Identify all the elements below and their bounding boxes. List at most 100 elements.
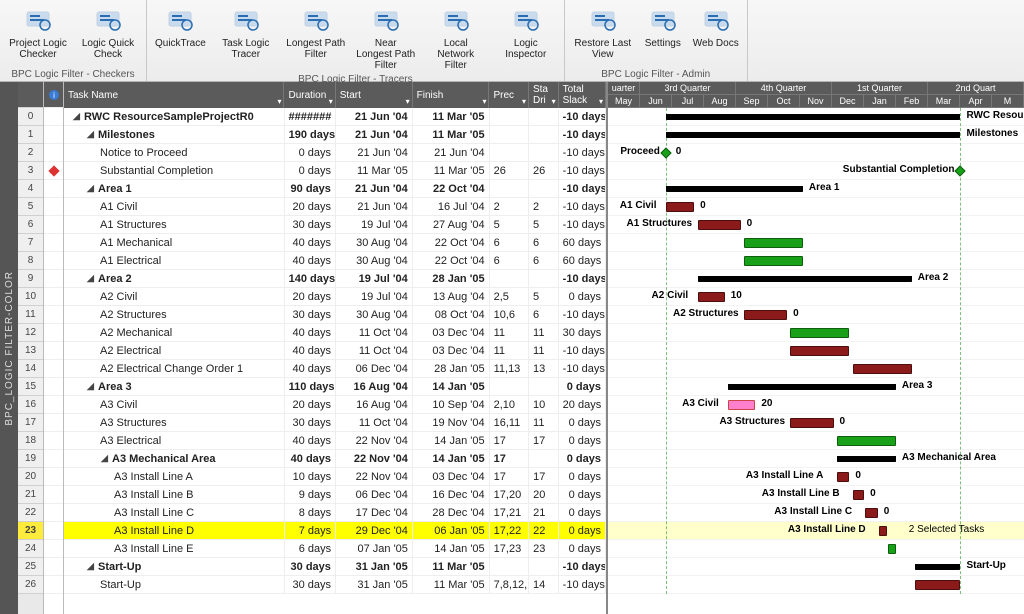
gantt-task-bar[interactable]: [744, 310, 787, 320]
cell-finish[interactable]: 27 Aug '04: [413, 216, 490, 233]
outline-toggle-icon[interactable]: ◢: [86, 382, 95, 391]
cell-task-name[interactable]: Start-Up: [64, 576, 285, 593]
cell-start-driver[interactable]: 11: [529, 414, 559, 431]
row-number[interactable]: 25: [18, 558, 43, 576]
ribbon-quicktrace-button[interactable]: QuickTrace: [151, 2, 210, 73]
cell-start-driver[interactable]: 22: [529, 522, 559, 539]
outline-toggle-icon[interactable]: ◢: [86, 274, 95, 283]
cell-task-name[interactable]: A2 Electrical: [64, 342, 285, 359]
cell-task-name[interactable]: A3 Structures: [64, 414, 285, 431]
cell-finish[interactable]: 22 Oct '04: [413, 180, 490, 197]
table-row[interactable]: A2 Electrical Change Order 140 days06 De…: [64, 360, 606, 378]
gantt-summary-bar[interactable]: [666, 114, 961, 120]
cell-duration[interactable]: 30 days: [285, 576, 336, 593]
gantt-row[interactable]: Substantial Completion: [608, 162, 1024, 180]
table-row[interactable]: ◢A3 Mechanical Area40 days22 Nov '0414 J…: [64, 450, 606, 468]
cell-duration[interactable]: 10 days: [285, 468, 336, 485]
cell-predecessors[interactable]: [490, 270, 529, 287]
cell-task-name[interactable]: A3 Install Line C: [64, 504, 285, 521]
cell-duration[interactable]: 0 days: [285, 162, 336, 179]
cell-finish[interactable]: 14 Jan '05: [413, 540, 490, 557]
cell-start-driver[interactable]: 17: [529, 432, 559, 449]
cell-total-slack[interactable]: 60 days: [559, 234, 606, 251]
gantt-row[interactable]: A3 Civil20: [608, 396, 1024, 414]
cell-duration[interactable]: 40 days: [285, 360, 336, 377]
row-number[interactable]: 20: [18, 468, 43, 486]
table-row[interactable]: ◢Area 190 days21 Jun '0422 Oct '04-10 da…: [64, 180, 606, 198]
cell-finish[interactable]: 11 Mar '05: [413, 576, 490, 593]
gantt-milestone[interactable]: [660, 147, 671, 158]
cell-predecessors[interactable]: [490, 108, 529, 125]
gantt-task-bar[interactable]: [790, 346, 849, 356]
cell-start[interactable]: 22 Nov '04: [336, 468, 413, 485]
cell-total-slack[interactable]: -10 days: [559, 180, 606, 197]
cell-start-driver[interactable]: [529, 378, 559, 395]
cell-total-slack[interactable]: -10 days: [559, 558, 606, 575]
gantt-row[interactable]: A3 Structures0: [608, 414, 1024, 432]
table-row[interactable]: ◢RWC ResourceSampleProjectR0#######21 Ju…: [64, 108, 606, 126]
ribbon-longest-path-button[interactable]: Longest Path Filter: [282, 2, 350, 73]
cell-task-name[interactable]: A2 Electrical Change Order 1: [64, 360, 285, 377]
cell-task-name[interactable]: ◢Area 1: [64, 180, 285, 197]
cell-finish[interactable]: 28 Jan '05: [413, 270, 490, 287]
table-row[interactable]: A2 Structures30 days30 Aug '0408 Oct '04…: [64, 306, 606, 324]
cell-start-driver[interactable]: [529, 558, 559, 575]
row-number[interactable]: 17: [18, 414, 43, 432]
gantt-summary-bar[interactable]: [837, 456, 896, 462]
cell-finish[interactable]: 22 Oct '04: [413, 252, 490, 269]
ribbon-task-tracer-button[interactable]: Task Logic Tracer: [212, 2, 280, 73]
cell-predecessors[interactable]: 11: [490, 324, 529, 341]
cell-task-name[interactable]: A1 Structures: [64, 216, 285, 233]
cell-total-slack[interactable]: -10 days: [559, 198, 606, 215]
cell-start[interactable]: 29 Dec '04: [336, 522, 413, 539]
cell-start-driver[interactable]: 26: [529, 162, 559, 179]
cell-start-driver[interactable]: [529, 144, 559, 161]
gantt-summary-bar[interactable]: [666, 132, 961, 138]
gantt-task-bar[interactable]: [837, 436, 896, 446]
col-predecessors[interactable]: Prec▾: [489, 82, 528, 108]
gantt-body[interactable]: RWC ResouMilestonesProceed0Substantial C…: [608, 108, 1024, 594]
gantt-row[interactable]: [608, 540, 1024, 558]
cell-predecessors[interactable]: 6: [490, 234, 529, 251]
cell-duration[interactable]: 30 days: [285, 306, 336, 323]
task-grid[interactable]: Task Name▾ Duration▾ Start▾ Finish▾ Prec…: [64, 82, 608, 614]
cell-task-name[interactable]: A3 Install Line B: [64, 486, 285, 503]
outline-toggle-icon[interactable]: ◢: [86, 562, 95, 571]
cell-duration[interactable]: 8 days: [285, 504, 336, 521]
cell-start-driver[interactable]: 6: [529, 234, 559, 251]
cell-start-driver[interactable]: 11: [529, 342, 559, 359]
row-number[interactable]: 9: [18, 270, 43, 288]
cell-predecessors[interactable]: 2: [490, 198, 529, 215]
row-number[interactable]: 24: [18, 540, 43, 558]
row-number[interactable]: 5: [18, 198, 43, 216]
cell-finish[interactable]: 11 Mar '05: [413, 162, 490, 179]
cell-finish[interactable]: 11 Mar '05: [413, 126, 490, 143]
row-number[interactable]: 8: [18, 252, 43, 270]
gantt-task-bar[interactable]: [915, 580, 960, 590]
cell-predecessors[interactable]: 6: [490, 252, 529, 269]
gantt-row[interactable]: A1 Civil0: [608, 198, 1024, 216]
cell-predecessors[interactable]: 17,21: [490, 504, 529, 521]
ribbon-restore-view-button[interactable]: Restore Last View: [569, 2, 637, 68]
cell-start[interactable]: 11 Oct '04: [336, 324, 413, 341]
table-row[interactable]: A3 Install Line E6 days07 Jan '0514 Jan …: [64, 540, 606, 558]
ribbon-settings-button[interactable]: Settings: [639, 2, 687, 68]
cell-task-name[interactable]: ◢RWC ResourceSampleProjectR0: [64, 108, 285, 125]
cell-total-slack[interactable]: -10 days: [559, 126, 606, 143]
ribbon-web-docs-button[interactable]: Web Docs: [689, 2, 743, 68]
table-row[interactable]: A3 Electrical40 days22 Nov '0414 Jan '05…: [64, 432, 606, 450]
cell-task-name[interactable]: A3 Civil: [64, 396, 285, 413]
gantt-row[interactable]: [608, 324, 1024, 342]
gantt-task-bar[interactable]: [790, 328, 849, 338]
cell-predecessors[interactable]: 17,22: [490, 522, 529, 539]
row-number[interactable]: 21: [18, 486, 43, 504]
cell-duration[interactable]: 140 days: [285, 270, 336, 287]
cell-predecessors[interactable]: 17,23: [490, 540, 529, 557]
cell-total-slack[interactable]: 0 days: [559, 432, 606, 449]
gantt-row[interactable]: A2 Structures0: [608, 306, 1024, 324]
col-task-name[interactable]: Task Name▾: [64, 82, 284, 108]
gantt-row[interactable]: [608, 432, 1024, 450]
row-number[interactable]: 0: [18, 108, 43, 126]
row-number[interactable]: 10: [18, 288, 43, 306]
outline-toggle-icon[interactable]: ◢: [86, 130, 95, 139]
